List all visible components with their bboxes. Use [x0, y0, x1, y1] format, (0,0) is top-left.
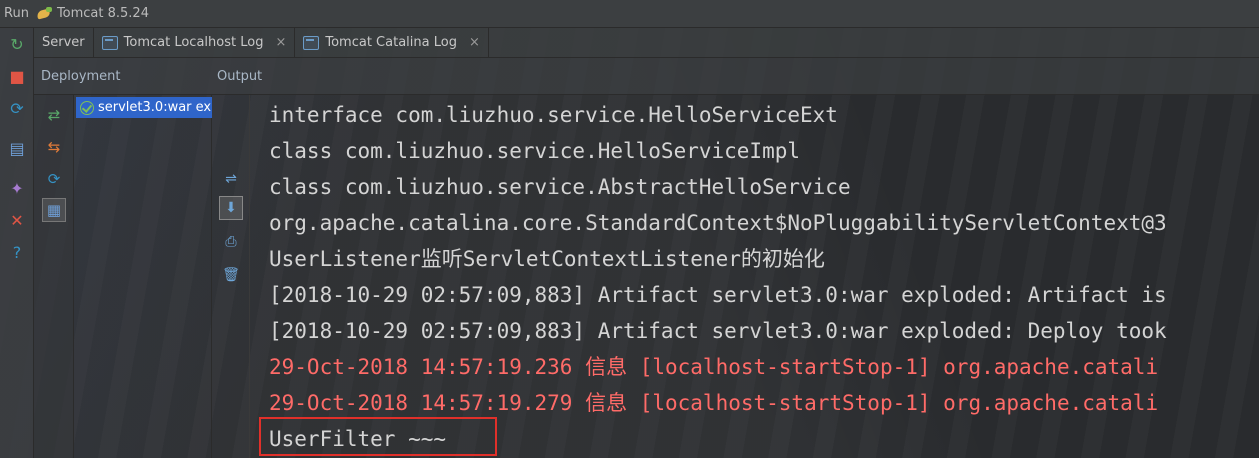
stop-icon[interactable]: ■ [6, 66, 28, 88]
output-header: Output [212, 58, 1259, 95]
layout-icon[interactable]: ▤ [6, 138, 28, 160]
refresh-icon[interactable]: ⟳ [42, 167, 66, 191]
log-file-icon [101, 35, 118, 50]
clear-all-icon[interactable]: 🗑 [219, 263, 243, 287]
log-tabs: Server Tomcat Localhost Log × Tomcat Cat… [34, 28, 1259, 58]
tomcat-icon [35, 6, 53, 22]
tab-label: Tomcat Localhost Log [123, 35, 264, 50]
run-tool-window-title: Run Tomcat 8.5.24 [0, 0, 1259, 28]
output-toolbar: ⇌ ⬇ ⎙ 🗑 [212, 95, 250, 458]
rerun-icon[interactable]: ↻ [6, 34, 28, 56]
soft-wrap-icon[interactable]: ⇌ [219, 167, 243, 191]
run-label: Run [4, 6, 29, 21]
help-icon[interactable]: ? [6, 242, 28, 264]
run-config-name: Tomcat 8.5.24 [56, 6, 149, 21]
deployment-item[interactable]: servlet3.0:war exploded [76, 97, 212, 118]
deployment-header: Deployment [34, 58, 212, 95]
undeploy-icon[interactable]: ⇆ [42, 135, 66, 159]
ok-check-icon [80, 100, 94, 115]
deployment-settings-icon[interactable]: ▦ [42, 198, 66, 222]
log-file-icon [303, 35, 320, 50]
deployment-header-label: Deployment [41, 68, 121, 84]
output-header-label: Output [217, 68, 263, 84]
console-line: [2018-10-29 02:57:09,883] Artifact servl… [269, 283, 1167, 307]
deployment-toolbar: ⇄ ⇆ ⟳ ▦ [34, 95, 74, 458]
close-icon[interactable]: ✕ [6, 210, 28, 232]
tab-server[interactable]: Server [34, 28, 94, 57]
deployment-item-label: servlet3.0:war exploded [98, 100, 212, 115]
pin-icon[interactable]: ✦ [6, 178, 28, 200]
scroll-to-end-icon[interactable]: ⬇ [219, 196, 243, 220]
close-icon[interactable]: × [275, 35, 286, 50]
console-line-error: 29-Oct-2018 14:57:19.279 信息 [localhost-s… [269, 391, 1159, 415]
console-line: class com.liuzhuo.service.HelloServiceIm… [269, 139, 801, 163]
console-line: interface com.liuzhuo.service.HelloServi… [269, 103, 838, 127]
highlight-annotation-box [259, 417, 497, 456]
console-line: UserListener监听ServletContextListener的初始化 [269, 247, 825, 271]
console-line-error: 29-Oct-2018 14:57:19.236 信息 [localhost-s… [269, 355, 1159, 379]
deployment-list: servlet3.0:war exploded [74, 95, 212, 458]
tab-label: Server [42, 35, 85, 50]
console-line: org.apache.catalina.core.StandardContext… [269, 211, 1167, 235]
update-icon[interactable]: ⟳ [6, 98, 28, 120]
console-line: class com.liuzhuo.service.AbstractHelloS… [269, 175, 851, 199]
print-icon[interactable]: ⎙ [219, 230, 243, 254]
console-line: [2018-10-29 02:57:09,883] Artifact servl… [269, 319, 1167, 343]
close-icon[interactable]: × [469, 35, 480, 50]
console-output[interactable]: interface com.liuzhuo.service.HelloServi… [251, 95, 1259, 458]
run-toolbar: ↻ ■ ⟳ ▤ ✦ ✕? [0, 28, 34, 458]
deploy-all-icon[interactable]: ⇄ [42, 103, 66, 127]
tab-label: Tomcat Catalina Log [325, 35, 457, 50]
tab-tomcat-catalina-log[interactable]: Tomcat Catalina Log × [295, 28, 489, 57]
tab-tomcat-localhost-log[interactable]: Tomcat Localhost Log × [94, 28, 296, 57]
